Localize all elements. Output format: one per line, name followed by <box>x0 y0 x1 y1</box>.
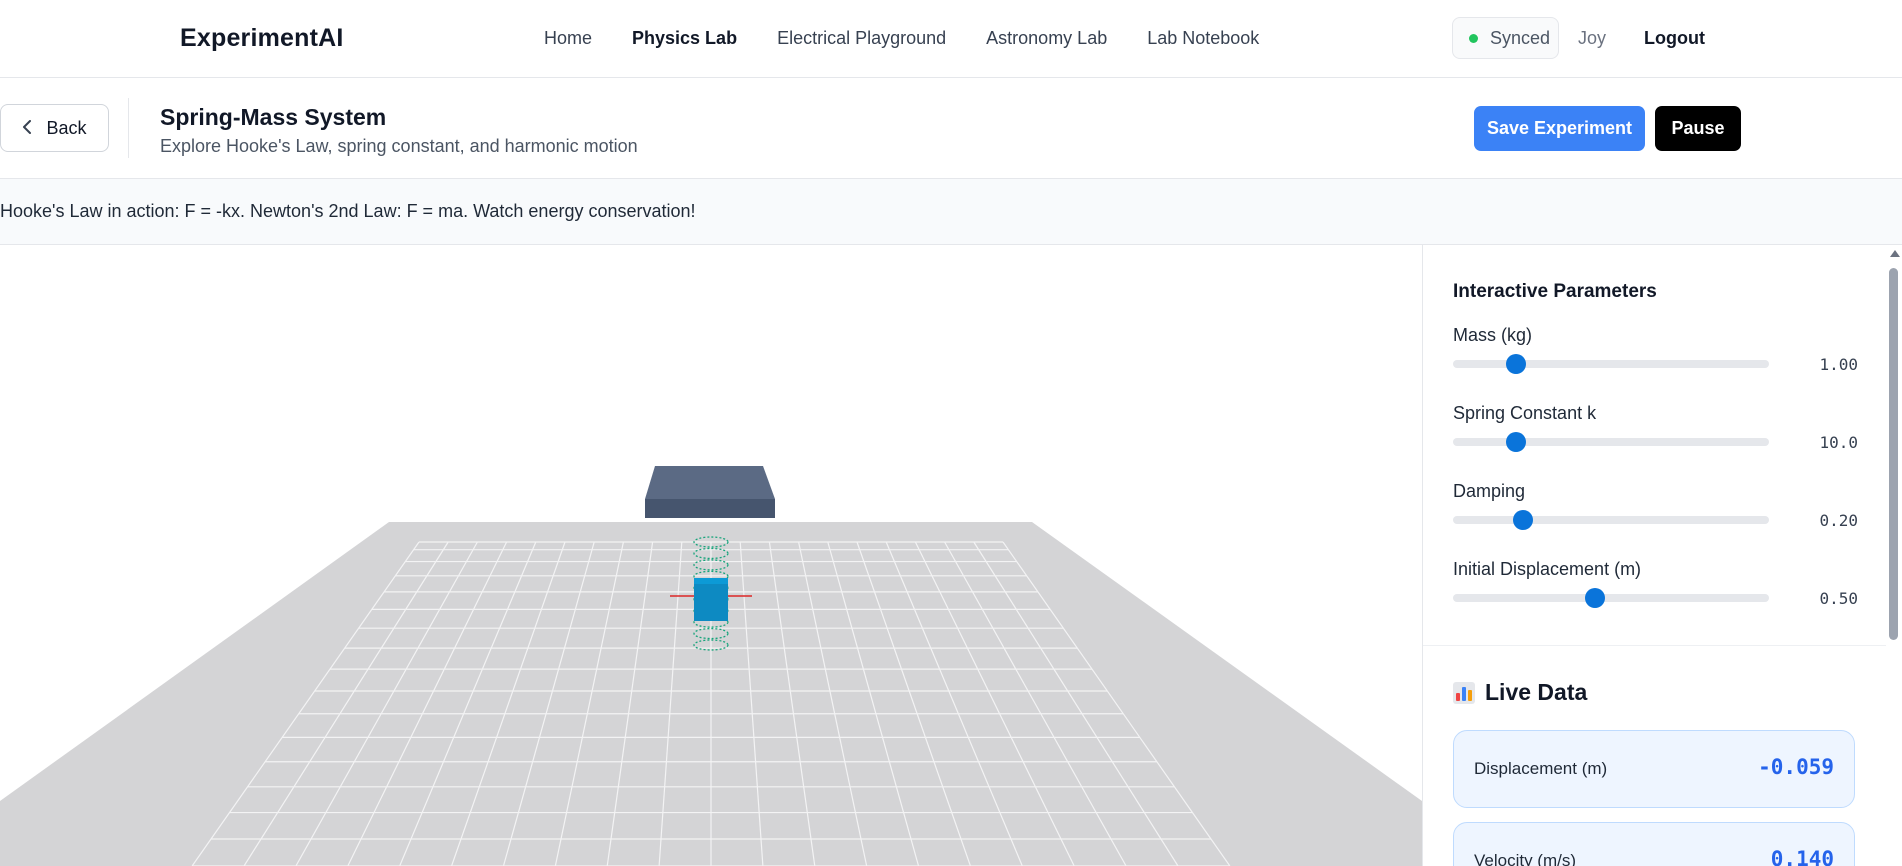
brand-logo[interactable]: ExperimentAI <box>180 24 344 53</box>
page-subtitle: Explore Hooke's Law, spring constant, an… <box>160 136 638 156</box>
info-banner: Hooke's Law in action: F = -kx. Newton's… <box>0 179 1902 245</box>
scene-svg <box>0 466 1422 866</box>
param-label: Spring Constant k <box>1453 403 1597 423</box>
param-damping: Damping 0.20 <box>1453 481 1873 530</box>
param-spring-constant: Spring Constant k 10.0 <box>1453 403 1873 452</box>
spring-constant-slider-thumb[interactable] <box>1506 432 1527 452</box>
damping-slider-thumb[interactable] <box>1512 510 1533 530</box>
mass-block <box>694 578 728 621</box>
side-panel: Interactive Parameters Mass (kg) 1.00 Sp… <box>1422 245 1886 866</box>
scroll-up-arrow-icon[interactable] <box>1890 250 1900 257</box>
sync-dot-icon <box>1469 33 1478 43</box>
card-value: -0.059 <box>1758 755 1834 779</box>
param-value: 10.0 <box>1819 433 1858 452</box>
live-data-label: Live Data <box>1485 679 1588 705</box>
support-block-top <box>645 466 775 499</box>
chevron-left-icon <box>22 118 32 139</box>
back-button-label: Back <box>46 117 87 138</box>
card-label: Displacement (m) <box>1474 759 1608 778</box>
damping-slider[interactable] <box>1453 516 1769 524</box>
nav-link-astronomy-lab[interactable]: Astronomy Lab <box>986 28 1107 49</box>
support-block-front <box>645 499 775 518</box>
header-divider <box>128 98 129 158</box>
param-label: Damping <box>1453 481 1526 501</box>
mass-block-top <box>694 578 728 584</box>
nav-link-electrical-playground[interactable]: Electrical Playground <box>777 28 946 49</box>
page-title: Spring-Mass System <box>160 104 387 130</box>
parameters-title: Interactive Parameters <box>1453 281 1657 302</box>
scrollbar-thumb[interactable] <box>1889 268 1898 640</box>
user-name: Joy <box>1578 28 1607 48</box>
live-data-title: Live Data <box>1453 679 1587 706</box>
sync-status-badge: Synced <box>1452 17 1559 59</box>
nav-links: Home Physics Lab Electrical Playground A… <box>544 28 1299 49</box>
info-text: Hooke's Law in action: F = -kx. Newton's… <box>0 201 696 221</box>
param-mass: Mass (kg) 1.00 <box>1453 325 1873 374</box>
back-button[interactable]: Back <box>0 104 109 152</box>
initial-displacement-slider-thumb[interactable] <box>1585 588 1606 608</box>
param-label: Initial Displacement (m) <box>1453 559 1642 579</box>
logout-button[interactable]: Logout <box>1644 28 1705 49</box>
bar-chart-icon <box>1453 681 1475 704</box>
param-value: 0.20 <box>1819 511 1858 530</box>
nav-link-physics-lab[interactable]: Physics Lab <box>632 28 737 49</box>
initial-displacement-slider[interactable] <box>1453 594 1769 602</box>
nav-link-lab-notebook[interactable]: Lab Notebook <box>1147 28 1259 49</box>
spring-constant-slider[interactable] <box>1453 438 1769 446</box>
mass-slider-thumb[interactable] <box>1506 354 1527 374</box>
simulation-canvas[interactable] <box>0 245 1422 866</box>
nav-link-home[interactable]: Home <box>544 28 592 49</box>
param-value: 1.00 <box>1819 355 1858 374</box>
card-label: Velocity (m/s) <box>1474 851 1577 866</box>
save-experiment-button[interactable]: Save Experiment <box>1474 106 1645 151</box>
experiment-header: Back Spring-Mass System Explore Hooke's … <box>0 78 1902 179</box>
sync-status-label: Synced <box>1490 27 1551 48</box>
param-value: 0.50 <box>1819 589 1858 608</box>
param-initial-displacement: Initial Displacement (m) 0.50 <box>1453 559 1873 608</box>
velocity-card: Velocity (m/s) 0.140 <box>1453 822 1855 866</box>
top-navigation: ExperimentAI Home Physics Lab Electrical… <box>0 0 1902 78</box>
param-label: Mass (kg) <box>1453 325 1533 345</box>
panel-divider <box>1423 645 1886 646</box>
pause-button[interactable]: Pause <box>1655 106 1741 151</box>
card-value: 0.140 <box>1770 847 1834 866</box>
displacement-card: Displacement (m) -0.059 <box>1453 730 1855 808</box>
mass-slider[interactable] <box>1453 360 1769 368</box>
